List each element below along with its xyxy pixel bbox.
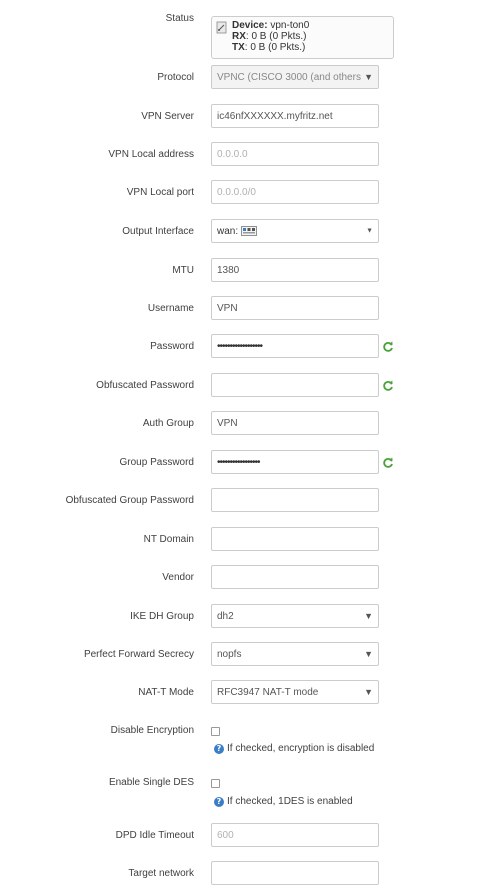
network-device-icon	[216, 21, 227, 34]
ethernet-port-icon	[241, 226, 258, 236]
status-rx-key: RX	[232, 31, 246, 42]
select-arrow-icon: ▼	[364, 72, 373, 82]
password-label: Password	[150, 341, 194, 352]
nt-domain-input[interactable]	[211, 527, 379, 551]
group-password-input[interactable]: •••••••••••••••••	[211, 450, 379, 474]
status-box: Device: vpn-ton0 RX: 0 B (0 Pkts.) TX: 0…	[211, 16, 394, 59]
info-icon: ?	[214, 743, 224, 754]
username-value: VPN	[217, 302, 238, 314]
vpn-local-port-placeholder: 0.0.0.0/0	[217, 186, 256, 198]
username-input[interactable]: VPN	[211, 296, 379, 320]
obfuscated-password-label: Obfuscated Password	[96, 380, 194, 391]
nt-domain-label: NT Domain	[143, 534, 194, 545]
output-interface-chip: wan:	[217, 225, 258, 237]
ike-dh-group-select[interactable]: dh2 ▼	[211, 604, 379, 628]
vpn-local-address-placeholder: 0.0.0.0	[217, 148, 248, 160]
select-arrow-icon: ▼	[364, 611, 373, 621]
username-label: Username	[147, 303, 194, 314]
refresh-icon[interactable]	[382, 380, 394, 392]
ike-dh-group-label: IKE DH Group	[130, 611, 194, 622]
status-label: Status	[165, 13, 194, 24]
protocol-value: VPNC (CISCO 3000 (and others	[217, 71, 361, 83]
refresh-icon[interactable]	[382, 341, 394, 353]
auth-group-input[interactable]: VPN	[211, 411, 379, 435]
vpn-server-value: ic46nfXXXXXX.myfritz.net	[217, 110, 333, 122]
refresh-icon[interactable]	[382, 457, 394, 469]
dpd-idle-timeout-placeholder: 600	[217, 829, 234, 841]
disable-encryption-label: Disable Encryption	[110, 725, 194, 736]
disable-encryption-hint-text: If checked, encryption is disabled	[227, 743, 375, 754]
disable-encryption-hint: ? If checked, encryption is disabled	[214, 743, 374, 754]
single-des-label: Enable Single DES	[108, 777, 194, 788]
password-input[interactable]: ••••••••••••••••••	[211, 334, 379, 358]
target-network-input[interactable]	[211, 861, 379, 885]
vpn-server-label: VPN Server	[141, 111, 194, 122]
obfuscated-group-password-label: Obfuscated Group Password	[65, 495, 194, 506]
disable-encryption-checkbox[interactable]	[211, 727, 220, 736]
group-password-value: •••••••••••••••••	[217, 456, 261, 468]
natt-mode-select[interactable]: RFC3947 NAT-T mode ▼	[211, 680, 379, 704]
mtu-value: 1380	[217, 264, 240, 276]
single-des-hint: ? If checked, 1DES is enabled	[214, 796, 353, 807]
vpn-local-address-input[interactable]: 0.0.0.0	[211, 142, 379, 166]
natt-mode-value: RFC3947 NAT-T mode	[217, 686, 319, 698]
auth-group-value: VPN	[217, 417, 238, 429]
dpd-idle-timeout-label: DPD Idle Timeout	[115, 830, 194, 841]
protocol-label: Protocol	[157, 72, 194, 83]
mtu-label: MTU	[172, 265, 194, 276]
group-password-label: Group Password	[119, 457, 194, 468]
obfuscated-password-input[interactable]	[211, 373, 379, 397]
natt-mode-label: NAT-T Mode	[138, 687, 194, 698]
select-arrow-icon: ▼	[366, 227, 373, 235]
ike-dh-group-value: dh2	[217, 610, 234, 622]
mtu-input[interactable]: 1380	[211, 258, 379, 282]
vpn-local-port-input[interactable]: 0.0.0.0/0	[211, 180, 379, 204]
vpn-local-port-label: VPN Local port	[126, 187, 194, 198]
pfs-value: nopfs	[217, 648, 242, 660]
output-interface-value: wan:	[217, 225, 239, 237]
select-arrow-icon: ▼	[364, 687, 373, 697]
status-tx-value: : 0 B (0 Pkts.)	[244, 42, 306, 53]
dpd-idle-timeout-input[interactable]: 600	[211, 823, 379, 847]
single-des-hint-text: If checked, 1DES is enabled	[227, 796, 353, 807]
target-network-label: Target network	[128, 868, 194, 879]
vendor-label: Vendor	[162, 572, 194, 583]
select-arrow-icon: ▼	[364, 649, 373, 659]
output-interface-label: Output Interface	[122, 226, 194, 237]
single-des-checkbox[interactable]	[211, 779, 220, 788]
auth-group-label: Auth Group	[142, 418, 194, 429]
info-icon: ?	[214, 796, 224, 807]
output-interface-select[interactable]: wan: ▼	[211, 219, 379, 243]
status-device-key: Device:	[232, 20, 268, 31]
vpn-server-input[interactable]: ic46nfXXXXXX.myfritz.net	[211, 104, 379, 128]
status-tx-key: TX	[232, 42, 245, 53]
status-device-value: vpn-ton0	[270, 20, 310, 31]
vpn-local-address-label: VPN Local address	[108, 149, 194, 160]
obfuscated-group-password-input[interactable]	[211, 488, 379, 512]
pfs-label: Perfect Forward Secrecy	[83, 649, 194, 660]
pfs-select[interactable]: nopfs ▼	[211, 642, 379, 666]
vendor-input[interactable]	[211, 565, 379, 589]
status-rx-value: : 0 B (0 Pkts.)	[245, 31, 307, 42]
password-value: ••••••••••••••••••	[217, 340, 263, 352]
protocol-select[interactable]: VPNC (CISCO 3000 (and others ▼	[211, 65, 379, 89]
